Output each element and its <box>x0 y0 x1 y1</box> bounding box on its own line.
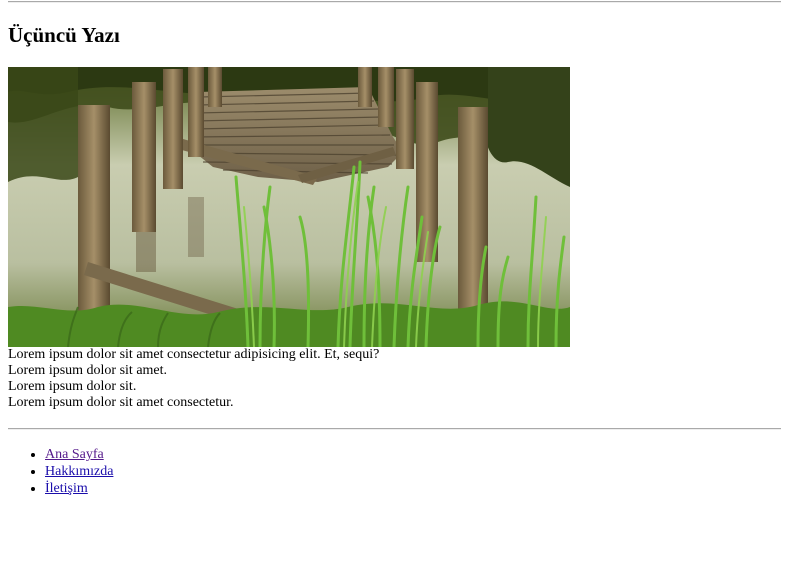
nav-link-contact[interactable]: İletişim <box>45 481 88 496</box>
nav-item-contact: İletişim <box>45 480 781 497</box>
top-divider <box>8 1 781 3</box>
nav-item-home: Ana Sayfa <box>45 446 781 463</box>
bottom-divider <box>8 428 781 430</box>
nav-link-about[interactable]: Hakkımızda <box>45 464 113 479</box>
footer-nav: Ana Sayfa Hakkımızda İletişim <box>8 446 781 497</box>
article-paragraph-4: Lorem ipsum dolor sit amet consectetur. <box>8 395 234 410</box>
nav-item-about: Hakkımızda <box>45 463 781 480</box>
article-paragraph-3: Lorem ipsum dolor sit. <box>8 379 137 394</box>
article-paragraph-1: Lorem ipsum dolor sit amet consectetur a… <box>8 347 380 362</box>
page: Üçüncü Yazı Lorem ipsum dolor sit amet c… <box>0 1 789 497</box>
nav-link-home[interactable]: Ana Sayfa <box>45 447 104 462</box>
article-title: Üçüncü Yazı <box>8 23 120 47</box>
article-image <box>8 67 570 347</box>
article-paragraph-2: Lorem ipsum dolor sit amet. <box>8 363 168 378</box>
